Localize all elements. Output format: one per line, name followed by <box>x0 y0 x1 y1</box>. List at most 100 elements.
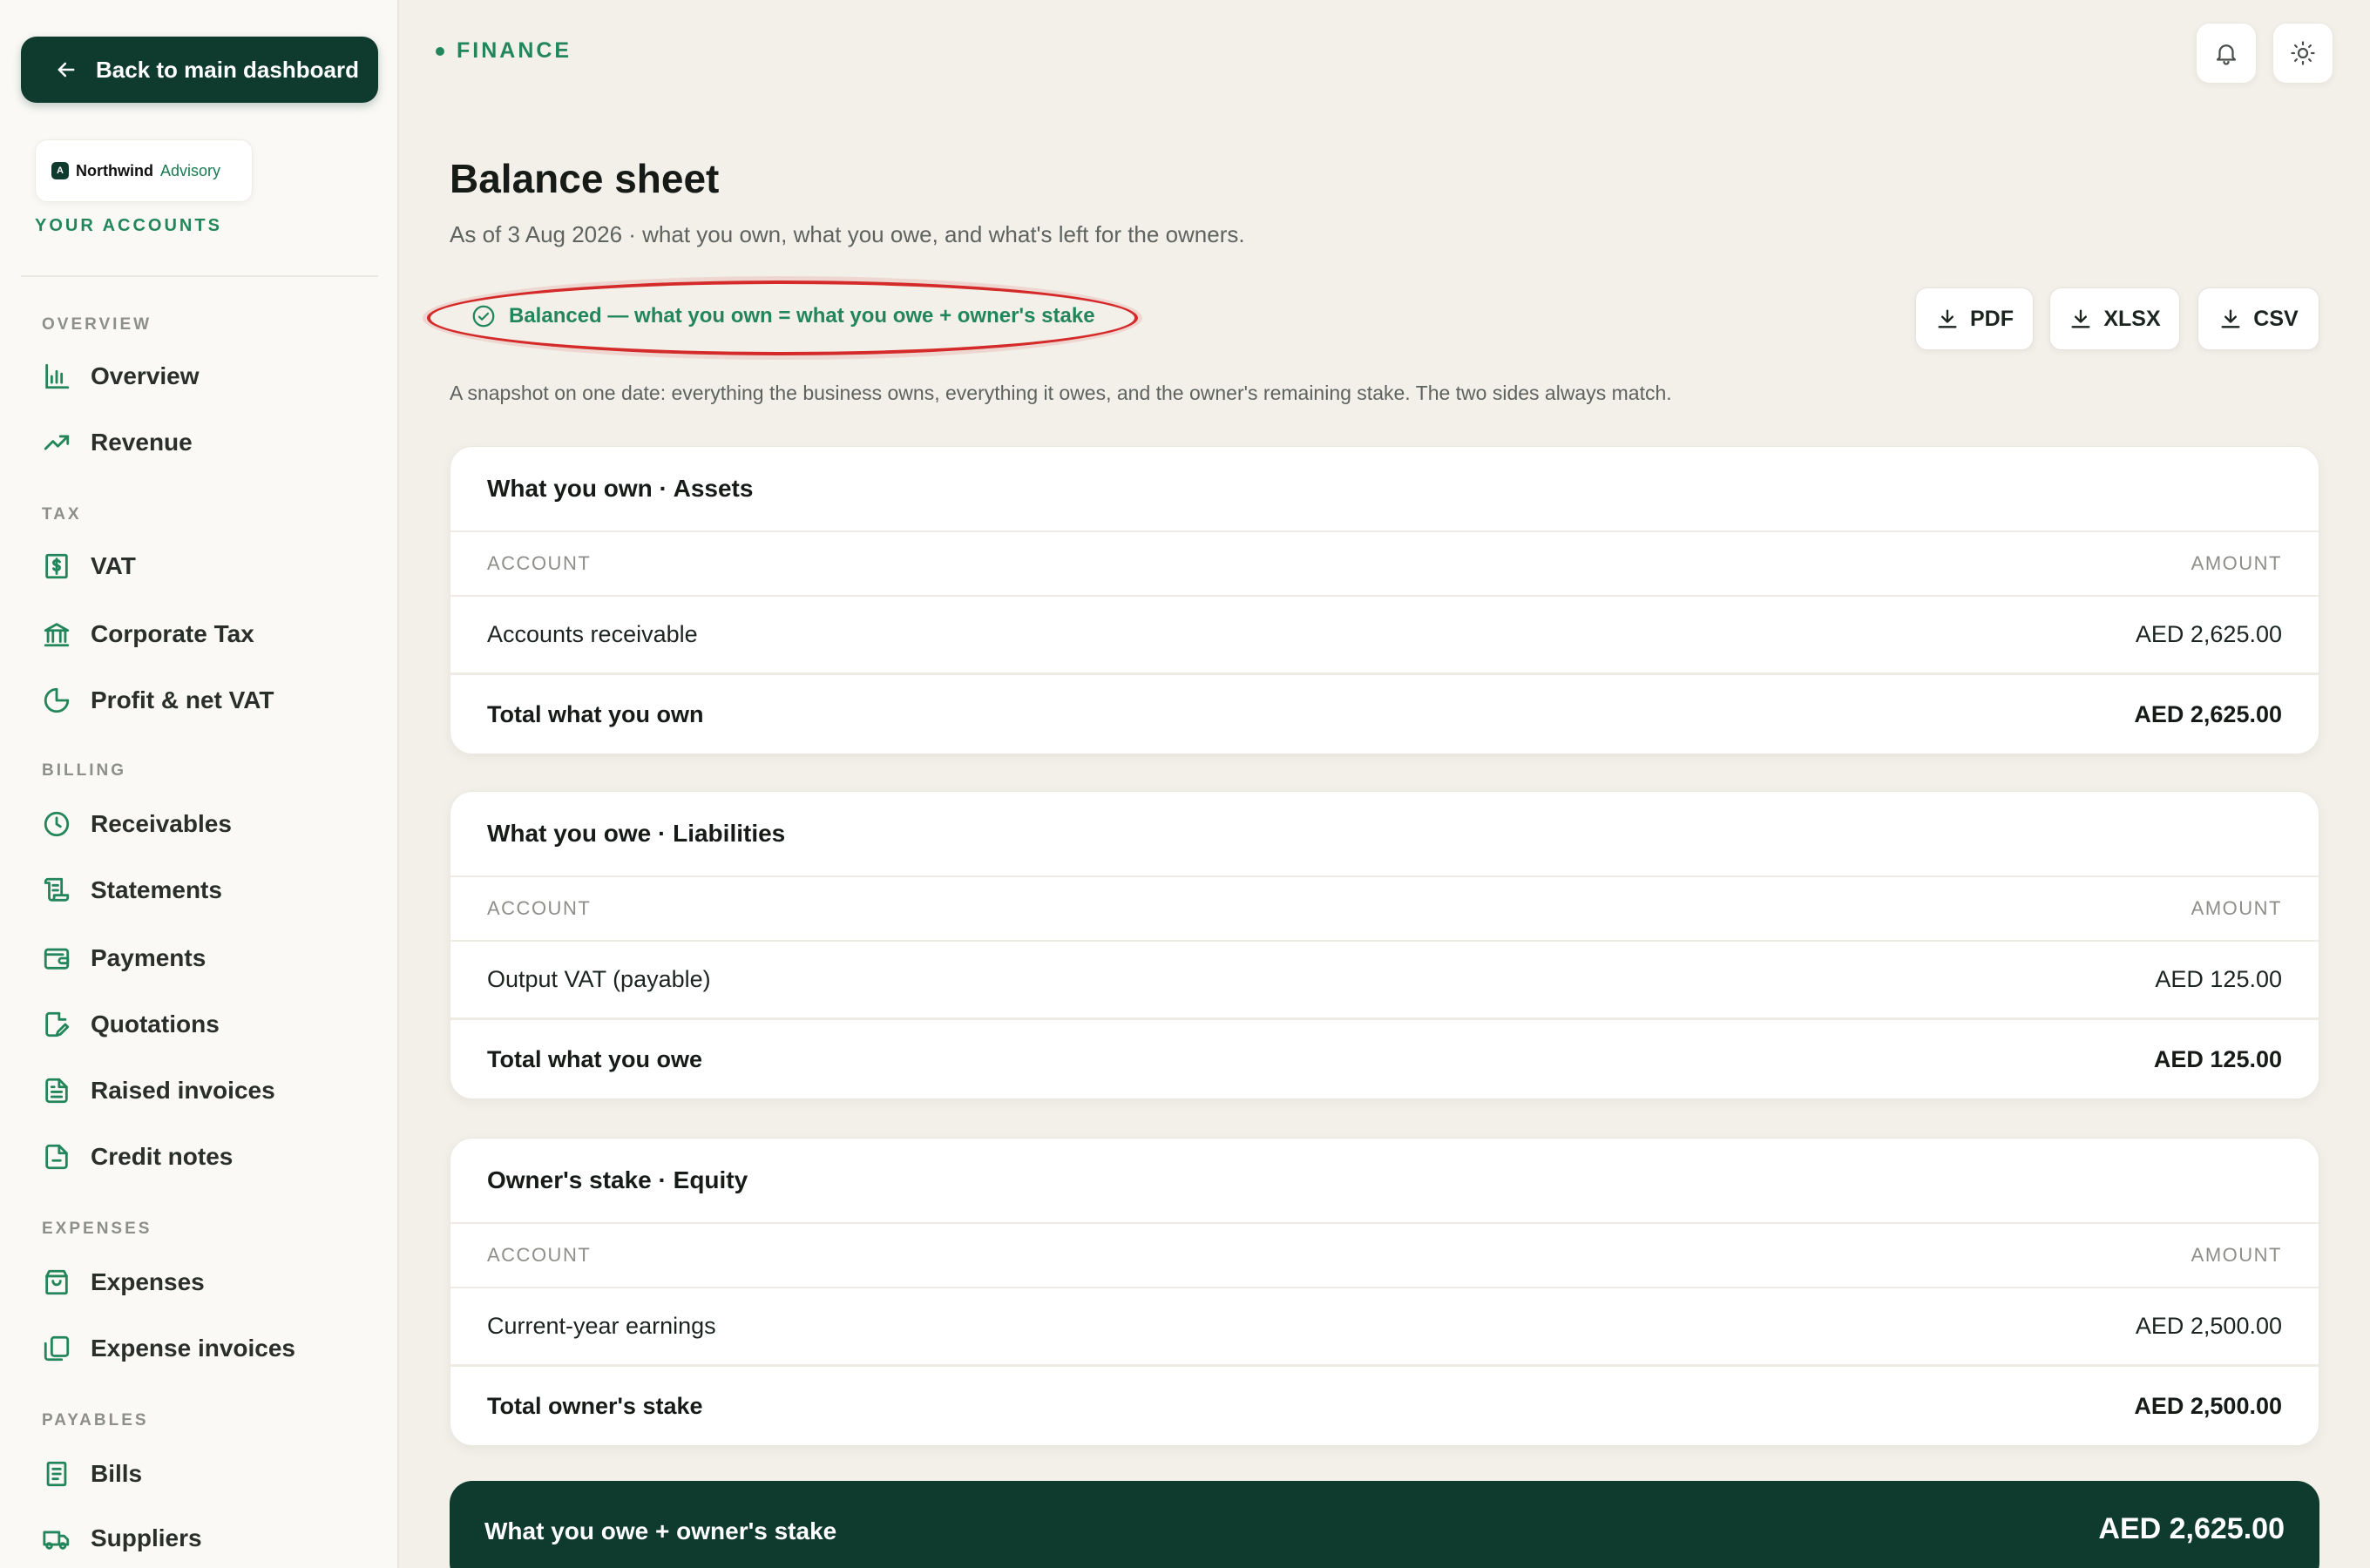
sun-icon <box>2290 40 2316 66</box>
list-icon <box>42 1459 71 1489</box>
sidebar-item-label: Payments <box>91 944 207 971</box>
total-label: Total what you owe <box>487 1045 703 1072</box>
sidebar-item-raised-invoices[interactable]: Raised invoices <box>42 1070 373 1112</box>
column-account: ACCOUNT <box>487 897 592 919</box>
row-account: Output VAT (payable) <box>487 966 711 992</box>
liabilities-card: What you owe · Liabilities ACCOUNT AMOUN… <box>450 791 2319 1099</box>
sidebar-item-credit-notes[interactable]: Credit notes <box>42 1136 373 1178</box>
sidebar-item-payments[interactable]: Payments <box>42 937 373 979</box>
card-title: What you own · Assets <box>450 447 2319 532</box>
table-row[interactable]: Output VAT (payable) AED 125.00 <box>450 942 2319 1020</box>
export-csv-label: CSV <box>2253 306 2299 331</box>
sidebar-item-label: Overview <box>91 362 200 389</box>
export-pdf-label: PDF <box>1970 306 2014 331</box>
card-title: Owner's stake · Equity <box>450 1139 2319 1224</box>
sidebar-item-label: Suppliers <box>91 1524 202 1551</box>
sidebar-item-statements[interactable]: Statements <box>42 869 373 911</box>
sidebar-item-vat[interactable]: VAT <box>42 545 373 587</box>
sidebar-item-bills[interactable]: Bills <box>42 1453 373 1495</box>
sidebar-item-receivables[interactable]: Receivables <box>42 803 373 845</box>
file-icon <box>42 1142 71 1172</box>
column-amount: AMOUNT <box>2191 897 2282 919</box>
export-xlsx-button[interactable]: XLSX <box>2049 287 2180 350</box>
theme-toggle-button[interactable] <box>2272 23 2333 84</box>
bell-icon <box>2213 40 2239 66</box>
sidebar-item-label: Receivables <box>91 810 232 837</box>
sidebar-item-label: Revenue <box>91 429 193 456</box>
table-header: ACCOUNT AMOUNT <box>450 532 2319 597</box>
file-edit-icon <box>42 1010 71 1039</box>
sidebar-item-label: Expense invoices <box>91 1335 296 1362</box>
sidebar-item-label: Statements <box>91 876 222 903</box>
table-row[interactable]: Accounts receivable AED 2,625.00 <box>450 597 2319 675</box>
total-row: Total owner's stake AED 2,500.00 <box>450 1367 2319 1445</box>
total-label: Total owner's stake <box>487 1392 703 1419</box>
sidebar-item-corporate-tax[interactable]: Corporate Tax <box>42 613 373 655</box>
file-text-icon <box>42 1076 71 1105</box>
row-amount: AED 125.00 <box>2155 966 2282 992</box>
page-subtitle: As of 3 Aug 2026 · what you own, what yo… <box>450 221 1245 247</box>
sidebar-item-label: VAT <box>91 552 136 579</box>
row-amount: AED 2,500.00 <box>2135 1313 2282 1339</box>
nav-section-expenses: EXPENSES <box>42 1220 152 1238</box>
export-xlsx-label: XLSX <box>2103 306 2161 331</box>
back-to-dashboard-button[interactable]: Back to main dashboard <box>21 37 378 103</box>
total-row: Total what you own AED 2,625.00 <box>450 675 2319 754</box>
sidebar-item-label: Raised invoices <box>91 1077 275 1104</box>
scroll-icon <box>42 875 71 905</box>
sidebar-item-label: Credit notes <box>91 1143 234 1170</box>
nav-section-overview: OVERVIEW <box>42 315 152 334</box>
column-account: ACCOUNT <box>487 1244 592 1266</box>
summary-value: AED 2,625.00 <box>2098 1512 2285 1545</box>
shopping-bag-icon <box>42 1267 71 1297</box>
sidebar-item-quotations[interactable]: Quotations <box>42 1004 373 1045</box>
bar-chart-icon <box>42 362 71 391</box>
sidebar: Back to main dashboard A Northwind Advis… <box>0 0 399 1568</box>
sidebar-item-label: Profit & net VAT <box>91 686 274 713</box>
row-amount: AED 2,625.00 <box>2135 621 2282 647</box>
section-tag-label: FINANCE <box>457 38 572 63</box>
assets-card: What you own · Assets ACCOUNT AMOUNT Acc… <box>450 446 2319 754</box>
sidebar-item-overview[interactable]: Overview <box>42 355 373 397</box>
organization-switcher[interactable]: A Northwind Advisory <box>35 139 253 202</box>
your-accounts-label: YOUR ACCOUNTS <box>35 216 222 235</box>
arrow-left-icon <box>54 57 78 82</box>
summary-label: What you owe + owner's stake <box>484 1517 837 1544</box>
column-account: ACCOUNT <box>487 552 592 574</box>
notifications-button[interactable] <box>2196 23 2257 84</box>
summary-bar: What you owe + owner's stake AED 2,625.0… <box>450 1481 2319 1568</box>
back-label: Back to main dashboard <box>96 56 359 83</box>
table-row[interactable]: Current-year earnings AED 2,500.00 <box>450 1288 2319 1367</box>
sidebar-item-label: Expenses <box>91 1268 205 1295</box>
sidebar-item-expense-invoices[interactable]: Expense invoices <box>42 1328 373 1369</box>
highlight-annotation <box>427 280 1138 355</box>
total-value: AED 125.00 <box>2153 1045 2282 1072</box>
total-label: Total what you own <box>487 700 704 727</box>
sidebar-item-expenses[interactable]: Expenses <box>42 1261 373 1303</box>
sidebar-item-label: Quotations <box>91 1010 220 1037</box>
pie-icon <box>42 686 71 715</box>
bank-icon <box>42 619 71 649</box>
export-csv-button[interactable]: CSV <box>2197 287 2319 350</box>
sidebar-item-profit-vat[interactable]: Profit & net VAT <box>42 679 373 721</box>
status-dot <box>436 46 444 56</box>
total-value: AED 2,625.00 <box>2134 700 2282 727</box>
download-icon <box>2069 307 2093 331</box>
brand-name: Northwind <box>76 161 153 179</box>
brand-sub: Advisory <box>159 161 221 179</box>
nav-section-payables: PAYABLES <box>42 1411 149 1429</box>
brand-logo: A <box>51 162 69 179</box>
section-tag: FINANCE <box>436 38 572 64</box>
row-account: Accounts receivable <box>487 621 698 647</box>
total-value: AED 2,500.00 <box>2134 1392 2282 1419</box>
sidebar-item-revenue[interactable]: Revenue <box>42 422 373 463</box>
sidebar-item-suppliers[interactable]: Suppliers <box>42 1517 373 1559</box>
table-header: ACCOUNT AMOUNT <box>450 1224 2319 1288</box>
nav-section-billing: BILLING <box>42 761 126 780</box>
sidebar-divider <box>21 275 378 277</box>
export-pdf-button[interactable]: PDF <box>1915 287 2034 350</box>
truck-icon <box>42 1524 71 1553</box>
sidebar-item-label: Corporate Tax <box>91 620 254 647</box>
receipt-dollar-icon <box>42 551 71 581</box>
row-account: Current-year earnings <box>487 1313 716 1339</box>
